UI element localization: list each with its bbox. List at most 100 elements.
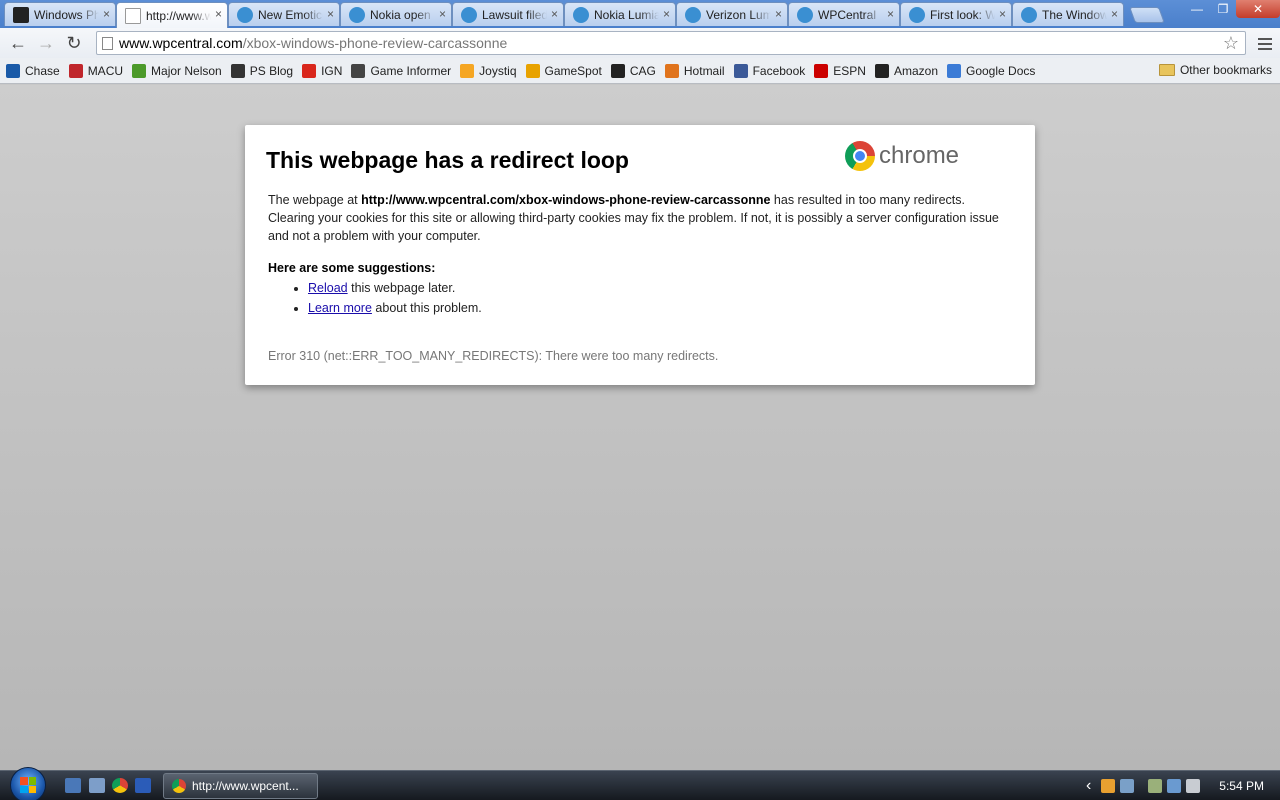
bookmark-label: Amazon (893, 63, 938, 78)
tray-app-icon[interactable] (1101, 779, 1116, 793)
wrench-menu-icon[interactable] (1258, 35, 1272, 53)
bookmark-gamespot[interactable]: GameSpot (525, 63, 602, 78)
forward-button[interactable]: → (32, 29, 60, 57)
back-button[interactable]: ← (4, 29, 32, 57)
taskbar-window-title: http://www.wpcent... (192, 779, 299, 793)
bookmark-espn[interactable]: ESPN (814, 63, 866, 78)
wp-favicon-icon (573, 6, 589, 23)
tab-6[interactable]: Verizon Lumia × (676, 2, 788, 26)
show-desktop-icon[interactable] (65, 778, 81, 793)
other-bookmarks-label: Other bookmarks (1179, 63, 1272, 77)
chrome-quicklaunch-icon[interactable] (112, 778, 128, 793)
amazon-icon (874, 63, 889, 78)
tab-title: The Windows (1042, 7, 1107, 22)
tab-close-icon[interactable]: × (551, 7, 558, 21)
tab-close-icon[interactable]: × (439, 7, 446, 21)
error-text-before: The webpage at (268, 193, 362, 207)
tab-close-icon[interactable]: × (1111, 7, 1118, 21)
ign-icon (302, 63, 317, 78)
wp-favicon-icon (1021, 6, 1037, 23)
tab-close-icon[interactable]: × (663, 7, 670, 21)
error-description: The webpage at http://www.wpcentral.com/… (268, 191, 1013, 245)
tab-1[interactable]: http://www.wpcentral.com × (116, 2, 228, 28)
tab-5[interactable]: Nokia Lumia × (564, 2, 676, 26)
bookmark-cag[interactable]: CAG (610, 63, 656, 78)
tab-9[interactable]: The Windows × (1012, 2, 1124, 26)
tab-7[interactable]: WPCentral × (788, 2, 900, 26)
major-nelson-icon (132, 63, 147, 78)
bookmark-google-docs[interactable]: Google Docs (947, 63, 1035, 78)
chrome-logo: chrome (845, 141, 959, 171)
bookmark-label: Chase (25, 63, 60, 78)
hotmail-icon (664, 63, 679, 78)
address-bar[interactable]: www.wpcentral.com/xbox-windows-phone-rev… (96, 31, 1246, 55)
bookmark-label: IGN (321, 63, 343, 78)
reload-link[interactable]: Reload (308, 281, 348, 295)
wp-favicon-icon (685, 6, 701, 23)
espn-icon (814, 63, 829, 78)
word-icon[interactable] (135, 778, 151, 793)
windows-logo-icon (20, 777, 36, 793)
learn-more-link[interactable]: Learn more (308, 301, 372, 315)
network-icon[interactable] (1167, 779, 1182, 793)
error-box: This webpage has a redirect loop chrome … (245, 125, 1035, 385)
tray-expand-icon[interactable]: ‹ (1086, 777, 1091, 795)
tab-close-icon[interactable]: × (215, 7, 222, 21)
bookmark-macu[interactable]: MACU (68, 63, 123, 78)
tab-title: Windows Phone (34, 7, 99, 22)
tab-title: First look: W (930, 7, 995, 22)
page-content: This webpage has a redirect loop chrome … (0, 85, 1280, 770)
tab-4[interactable]: Lawsuit filed × (452, 2, 564, 26)
bookmark-game-informer[interactable]: Game Informer (351, 63, 452, 78)
tab-close-icon[interactable]: × (103, 7, 110, 21)
reload-button[interactable]: ↻ (60, 29, 88, 57)
tab-strip: Windows Phone×http://www.wpcentral.com×N… (0, 0, 1280, 28)
bookmark-amazon[interactable]: Amazon (874, 63, 938, 78)
explorer-icon[interactable] (89, 778, 105, 793)
bookmark-facebook[interactable]: Facebook (733, 63, 805, 78)
tab-close-icon[interactable]: × (775, 7, 782, 21)
macu-icon (68, 63, 83, 78)
tab-8[interactable]: First look: W × (900, 2, 1012, 26)
bookmark-major-nelson[interactable]: Major Nelson (132, 63, 222, 78)
suggestion-learn-more: Learn more about this problem. (308, 300, 482, 317)
bookmark-hotmail[interactable]: Hotmail (664, 63, 725, 78)
bookmark-star-icon[interactable]: ☆ (1223, 33, 1239, 54)
bookmark-label: Game Informer (370, 63, 452, 78)
tab-2[interactable]: New Emoticons × (228, 2, 340, 26)
tab-3[interactable]: Nokia open × (340, 2, 452, 26)
chase-icon (6, 63, 20, 78)
tray-security-icon[interactable] (1120, 779, 1135, 793)
tab-close-icon[interactable]: × (887, 7, 894, 21)
tab-title: Nokia open (370, 7, 431, 22)
suggestion-reload: Reload this webpage later. (308, 280, 482, 297)
chrome-wordmark: chrome (879, 142, 960, 169)
new-tab-button[interactable] (1129, 7, 1165, 23)
clock[interactable]: 5:54 PM (1219, 779, 1264, 793)
bookmark-label: GameSpot (544, 63, 602, 78)
start-button[interactable] (10, 767, 46, 800)
taskbar-chrome-window[interactable]: http://www.wpcent... (163, 773, 318, 799)
error-code: Error 310 (net::ERR_TOO_MANY_REDIRECTS):… (268, 349, 719, 363)
tab-close-icon[interactable]: × (327, 7, 334, 21)
suggestion-learn-more-text: about this problem. (371, 301, 482, 315)
volume-icon[interactable] (1186, 779, 1201, 793)
minimize-button[interactable]: — (1184, 0, 1210, 18)
tab-close-icon[interactable]: × (999, 7, 1006, 21)
maximize-button[interactable]: ❐ (1210, 0, 1236, 18)
tray-sync-icon[interactable] (1148, 779, 1163, 793)
gamespot-icon (525, 63, 540, 78)
close-button[interactable]: ✕ (1236, 0, 1280, 18)
tab-0[interactable]: Windows Phone × (4, 2, 116, 26)
bookmark-label: Joystiq (479, 63, 517, 78)
error-title: This webpage has a redirect loop (266, 147, 629, 173)
tab-title: http://www.wpcentral.com (146, 8, 211, 23)
chrome-icon (172, 779, 186, 793)
other-bookmarks-button[interactable]: Other bookmarks (1158, 63, 1272, 77)
wp-favicon-icon (349, 6, 365, 23)
bookmark-ps-blog[interactable]: PS Blog (230, 63, 293, 78)
bookmark-joystiq[interactable]: Joystiq (460, 63, 517, 78)
suggestions-list: Reload this webpage later. Learn more ab… (308, 280, 482, 320)
bookmark-chase[interactable]: Chase (6, 63, 60, 78)
bookmark-ign[interactable]: IGN (302, 63, 343, 78)
